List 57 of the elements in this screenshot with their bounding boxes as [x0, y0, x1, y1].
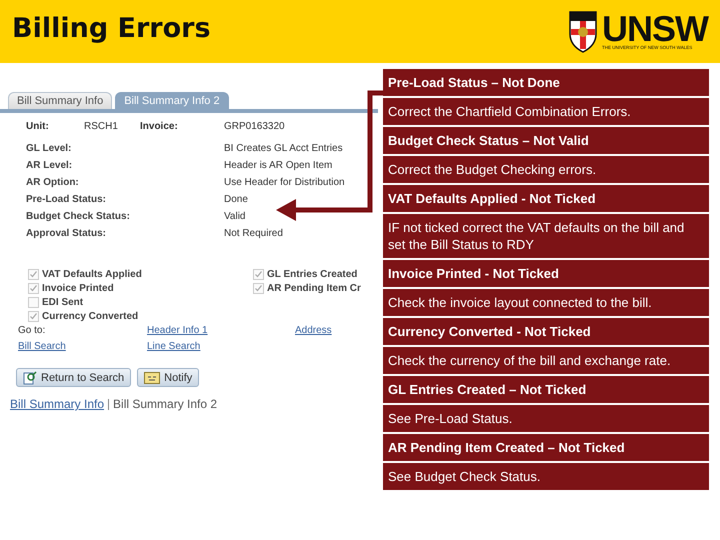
field-value: GRP0163320	[224, 121, 286, 132]
search-page-icon	[23, 370, 37, 384]
slide-title: Billing Errors	[12, 13, 211, 44]
callout-title: Currency Converted - Not Ticked	[383, 318, 709, 345]
field-value: BI Creates GL Acct Entries	[224, 143, 344, 154]
callout-text: See Budget Check Status.	[383, 463, 709, 490]
field-label: Invoice:	[140, 121, 179, 132]
field-value: Use Header for Distribution	[224, 177, 346, 188]
callout-text: Check the currency of the bill and exchange rate.	[383, 347, 709, 374]
callout-title: AR Pending Item Created – Not Ticked	[383, 434, 709, 461]
field-label: AR Option:	[26, 177, 80, 188]
tab[interactable]: Bill Summary Info	[8, 92, 112, 109]
crest-icon	[568, 10, 598, 54]
callout-title: Invoice Printed - Not Ticked	[383, 260, 709, 287]
checkbox-label: VAT Defaults Applied	[42, 269, 142, 280]
envelope-icon	[144, 372, 160, 384]
logo-wordmark: UNSW	[602, 13, 708, 45]
field-value: RSCH1	[84, 121, 119, 132]
checkbox-label: Currency Converted	[42, 311, 138, 322]
nav-link[interactable]: Header Info 1	[147, 325, 208, 336]
field-value: Not Required	[224, 228, 284, 239]
field-value: Header is AR Open Item	[224, 160, 334, 171]
checkbox-label: EDI Sent	[42, 297, 84, 308]
callout-title: GL Entries Created – Not Ticked	[383, 376, 709, 403]
field-label: AR Level:	[26, 160, 74, 171]
checkbox-label: AR Pending Item Cr	[267, 283, 361, 294]
toolbar-button[interactable]: Return to Search	[16, 368, 132, 387]
callout-text: Correct the Budget Checking errors.	[383, 156, 709, 183]
checkbox-label: Invoice Printed	[42, 283, 114, 294]
checkbox[interactable]	[28, 311, 39, 322]
callout-text: See Pre-Load Status.	[383, 405, 709, 432]
nav-link[interactable]: Address	[295, 325, 332, 336]
field-label: Unit:	[26, 121, 50, 132]
checkbox[interactable]	[253, 283, 264, 294]
callout-title: VAT Defaults Applied - Not Ticked	[383, 185, 709, 212]
checkbox[interactable]	[253, 269, 264, 280]
field-value: Valid	[224, 211, 246, 222]
toolbar-button[interactable]: Notify	[137, 368, 200, 387]
field-value: Done	[224, 194, 249, 205]
callout-title: Pre-Load Status – Not Done	[383, 69, 709, 96]
checkbox[interactable]	[28, 297, 39, 308]
checkbox[interactable]	[28, 283, 39, 294]
nav-link[interactable]: Bill Search	[18, 341, 66, 352]
callout-text: Check the invoice layout connected to the bill.	[383, 289, 709, 316]
callout-title: Budget Check Status – Not Valid	[383, 127, 709, 154]
goto-label: Go to:	[18, 325, 46, 336]
field-label: Approval Status:	[26, 228, 108, 239]
field-label: Pre-Load Status:	[26, 194, 108, 205]
field-label: GL Level:	[26, 143, 72, 154]
checkbox[interactable]	[28, 269, 39, 280]
page-link[interactable]: Bill Summary Info 2	[113, 397, 218, 411]
nav-link[interactable]: Line Search	[147, 341, 200, 352]
checkbox-label: GL Entries Created	[267, 269, 358, 280]
page-link[interactable]: Bill Summary Info	[10, 397, 104, 411]
callout-text: Correct the Chartfield Combination Errors.	[383, 98, 709, 125]
callout-text: IF not ticked correct the VAT defaults on the bill and set the Bill Status to RDY	[383, 214, 709, 258]
field-label: Budget Check Status:	[26, 211, 131, 222]
